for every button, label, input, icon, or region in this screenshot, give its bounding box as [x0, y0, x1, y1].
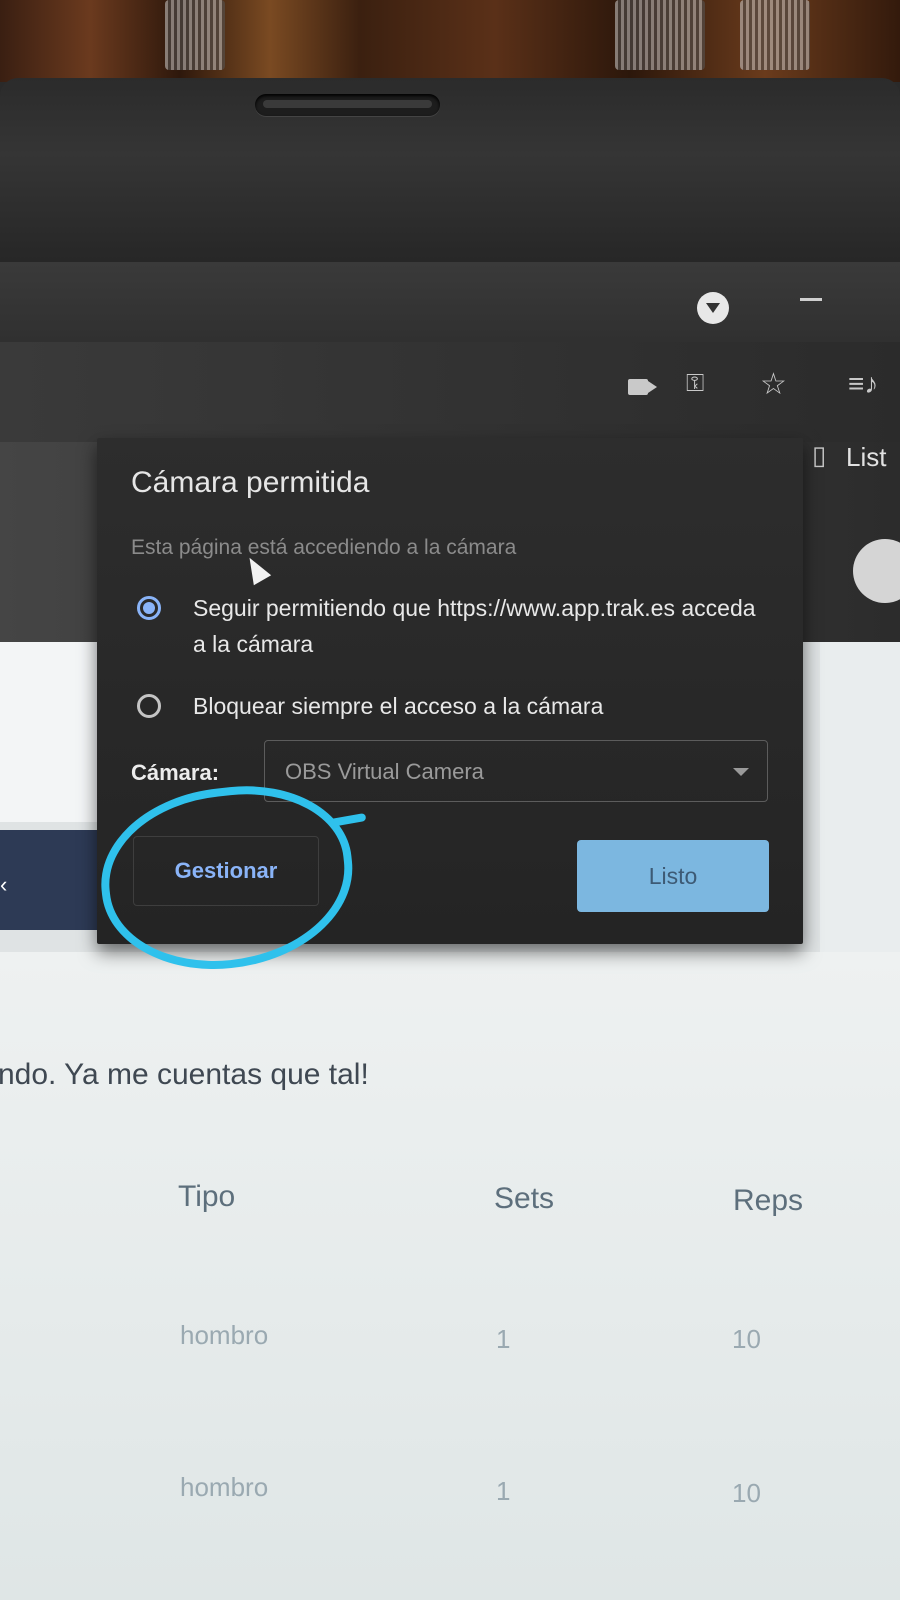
page-left-panel: [0, 642, 100, 822]
star-icon[interactable]: ☆: [760, 370, 787, 400]
page-body: [0, 952, 900, 1600]
camera-label: Cámara:: [131, 760, 220, 785]
table-cell: hombro: [180, 1472, 269, 1502]
column-header-reps: Reps: [733, 1184, 804, 1217]
playlist-icon[interactable]: ≡♪: [848, 370, 878, 398]
allow-option-label[interactable]: Seguir permitiendo que https://www.app.t…: [193, 590, 773, 662]
camera-icon[interactable]: [628, 379, 657, 395]
column-header-sets: Sets: [494, 1182, 555, 1215]
allow-radio[interactable]: [137, 596, 161, 620]
camera-select[interactable]: OBS Virtual Camera: [264, 740, 768, 802]
table-cell: hombro: [180, 1320, 269, 1350]
block-option-label[interactable]: Bloquear siempre el acceso a la cámara: [193, 688, 603, 724]
page-left-nav: [0, 830, 100, 930]
key-icon[interactable]: ⚿: [686, 372, 704, 396]
page-right-panel: [820, 642, 900, 962]
done-button[interactable]: Listo: [577, 840, 769, 912]
table-cell: 1: [496, 1476, 511, 1506]
profile-dropdown-icon[interactable]: [697, 292, 729, 324]
table-cell: 1: [496, 1324, 511, 1354]
camera-select-value: OBS Virtual Camera: [285, 759, 484, 784]
browser-titlebar: [0, 262, 900, 342]
side-panel-label[interactable]: List: [846, 442, 886, 473]
book-spine: [615, 0, 705, 70]
minimize-icon[interactable]: [800, 298, 822, 301]
book-spine: [165, 0, 225, 70]
block-radio[interactable]: [137, 694, 161, 718]
table-cell: 10: [732, 1324, 761, 1354]
column-header-tipo: Tipo: [178, 1180, 236, 1213]
bookshelf-background: [0, 0, 900, 82]
book-spine: [740, 0, 810, 70]
chat-message: ndo. Ya me cuentas que tal!: [0, 1058, 369, 1091]
laptop-bezel: [0, 78, 900, 268]
chevron-down-icon: [733, 768, 749, 776]
table-cell: 10: [732, 1478, 761, 1508]
webcam-cover: [255, 94, 440, 116]
side-panel-icon[interactable]: ▯: [812, 442, 826, 468]
popup-subtitle: Esta página está accediendo a la cámara: [131, 536, 517, 559]
nav-icon[interactable]: ‹: [0, 872, 7, 898]
popup-title: Cámara permitida: [131, 466, 370, 499]
